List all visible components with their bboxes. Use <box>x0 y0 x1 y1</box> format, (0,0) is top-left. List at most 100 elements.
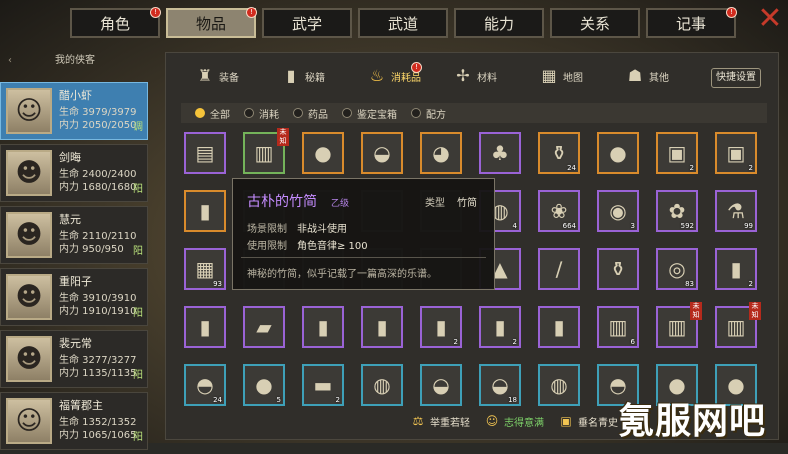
item-slot[interactable]: ● <box>597 132 639 174</box>
category-tab-3[interactable]: ✢ 材料 <box>453 58 539 94</box>
item-description: 神秘的竹简，似乎记载了一篇高深的乐谱。 <box>247 269 437 280</box>
notification-badge-icon: ! <box>246 7 257 18</box>
character-card[interactable]: ☺ 醋小虾 生命 3979/3979 内力 2050/2050 调 <box>0 82 148 140</box>
character-list: ☺ 醋小虾 生命 3979/3979 内力 2050/2050 调 ☻ 剑晦 生命 2400/… <box>0 82 148 454</box>
notification-badge-icon: ! <box>726 7 737 18</box>
close-icon[interactable]: ✕ <box>755 4 785 34</box>
item-slot[interactable]: ▮ 2 <box>420 306 462 348</box>
item-icon: ◒ <box>491 373 509 397</box>
status-item-1[interactable]: ☺ 志得意满 <box>484 413 544 429</box>
filter-option-4[interactable]: 配方 <box>411 106 446 121</box>
tab-label: 武道 <box>387 14 418 33</box>
item-icon: ▮ <box>435 315 447 339</box>
item-icon: ▮ <box>199 199 211 223</box>
character-tag: 调 <box>133 122 143 133</box>
category-tab-2[interactable]: ♨ 消耗品! <box>367 58 453 94</box>
character-tag: 阳 <box>133 432 143 443</box>
item-slot[interactable]: ▣ 2 <box>656 132 698 174</box>
category-tab-4[interactable]: ▦ 地图 <box>539 58 625 94</box>
item-slot[interactable]: ⚱ 24 <box>538 132 580 174</box>
item-icon: ▣ <box>726 141 746 165</box>
item-slot[interactable]: ▤ <box>184 132 226 174</box>
item-slot[interactable]: ◒ 18 <box>479 364 521 406</box>
item-slot[interactable]: ◒ <box>420 364 462 406</box>
item-slot[interactable]: ▮ 2 <box>479 306 521 348</box>
quick-setup-button[interactable]: 快捷设置 <box>711 68 761 88</box>
item-slot[interactable]: ∕ <box>538 248 580 290</box>
filter-option-2[interactable]: 药品 <box>293 106 328 121</box>
tab-1[interactable]: 物品! <box>166 7 257 38</box>
item-slot[interactable]: ◕ <box>420 132 462 174</box>
filter-option-0[interactable]: 全部 <box>195 106 230 121</box>
item-slot[interactable]: ⚱ <box>597 248 639 290</box>
character-tag: 阳 <box>133 246 143 257</box>
item-slot[interactable]: ◎ 83 <box>656 248 698 290</box>
category-icon: ✢ <box>456 66 470 85</box>
character-name: 醋小虾 <box>59 89 92 102</box>
item-icon: ⚗ <box>727 199 745 223</box>
item-slot[interactable]: ▣ 2 <box>715 132 757 174</box>
character-card[interactable]: ☻ 裴元常 生命 3277/3277 内力 1135/1135 阳 <box>0 330 148 388</box>
character-card[interactable]: ☻ 剑晦 生命 2400/2400 内力 1680/1680 阳 <box>0 144 148 202</box>
item-slot[interactable]: ❀ 664 <box>538 190 580 232</box>
character-card[interactable]: ☻ 慧元 生命 2110/2110 内力 950/950 阳 <box>0 206 148 264</box>
use-limit-label: 使用限制 <box>247 241 287 252</box>
item-slot[interactable]: ▮ <box>302 306 344 348</box>
item-quantity: 24 <box>213 396 222 404</box>
item-icon: ✿ <box>668 199 686 223</box>
item-quantity: 2 <box>453 338 458 346</box>
filter-label: 鉴定宝箱 <box>357 109 397 121</box>
item-slot[interactable]: ▦ 93 <box>184 248 226 290</box>
status-item-0[interactable]: ⚖ 举重若轻 <box>410 413 470 429</box>
item-slot[interactable]: ▮ <box>361 306 403 348</box>
tab-4[interactable]: 能力 <box>454 8 544 38</box>
item-slot[interactable]: ◉ 3 <box>597 190 639 232</box>
category-bar: ♜ 装备 ▮ 秘籍 ♨ 消耗品! ✢ 材料 ▦ 地图 ☗ 其他 <box>195 58 711 94</box>
filter-label: 配方 <box>426 109 446 121</box>
item-slot[interactable]: ▥ 6 <box>597 306 639 348</box>
tab-2[interactable]: 武学 <box>262 8 352 38</box>
unknown-badge: 未知 <box>277 128 289 146</box>
category-label: 其他 <box>649 72 669 84</box>
tab-5[interactable]: 关系 <box>550 8 640 38</box>
radio-icon <box>293 108 303 118</box>
status-item-2[interactable]: ▣ 垂名青史 <box>558 413 618 429</box>
item-icon: ◍ <box>373 373 391 397</box>
tab-0[interactable]: 角色! <box>70 7 161 38</box>
item-slot[interactable]: ▮ <box>184 190 226 232</box>
tab-6[interactable]: 记事! <box>646 7 737 38</box>
item-slot[interactable]: ◓ 24 <box>184 364 226 406</box>
item-slot[interactable]: ● <box>302 132 344 174</box>
item-slot[interactable]: ● 5 <box>243 364 285 406</box>
item-slot[interactable]: ♣ <box>479 132 521 174</box>
item-slot[interactable]: ▬ 2 <box>302 364 344 406</box>
item-slot[interactable]: ▥ 未知 <box>243 128 289 174</box>
item-slot[interactable]: ◍ <box>538 364 580 406</box>
top-tab-bar: 角色! 物品! 武学 武道 能力 关系 记事! <box>70 7 737 40</box>
item-slot[interactable]: ◍ <box>361 364 403 406</box>
item-slot[interactable]: ◒ <box>361 132 403 174</box>
item-icon: ⚱ <box>609 257 627 281</box>
status-bar: ⚖ 举重若轻 ☺ 志得意满 ▣ 垂名青史 <box>410 410 618 432</box>
use-limit-value: 角色音律≥ 100 <box>297 241 368 252</box>
character-card[interactable]: ☺ 福箐郡主 生命 1352/1352 内力 1065/1065 阳 <box>0 392 148 450</box>
category-tab-0[interactable]: ♜ 装备 <box>195 58 281 94</box>
filter-option-3[interactable]: 鉴定宝箱 <box>342 106 397 121</box>
character-mp: 内力 1680/1680 <box>59 182 137 193</box>
tab-3[interactable]: 武道 <box>358 8 448 38</box>
item-slot[interactable]: ▮ 2 <box>715 248 757 290</box>
character-mp: 内力 2050/2050 <box>59 120 137 131</box>
filter-option-1[interactable]: 消耗 <box>244 106 279 121</box>
tooltip-divider <box>241 257 486 258</box>
item-slot[interactable]: ▥ 未知 <box>715 302 761 348</box>
item-slot[interactable]: ▰ <box>243 306 285 348</box>
item-slot[interactable]: ⚗ 99 <box>715 190 757 232</box>
item-slot[interactable]: ▥ 未知 <box>656 302 702 348</box>
item-slot[interactable]: ▮ <box>538 306 580 348</box>
scene-limit-row: 场景限制 非战斗使用 <box>247 220 347 235</box>
category-tab-1[interactable]: ▮ 秘籍 <box>281 58 367 94</box>
item-slot[interactable]: ✿ 592 <box>656 190 698 232</box>
category-tab-5[interactable]: ☗ 其他 <box>625 58 711 94</box>
item-slot[interactable]: ▮ <box>184 306 226 348</box>
character-card[interactable]: ☻ 重阳子 生命 3910/3910 内力 1910/1910 阳 <box>0 268 148 326</box>
